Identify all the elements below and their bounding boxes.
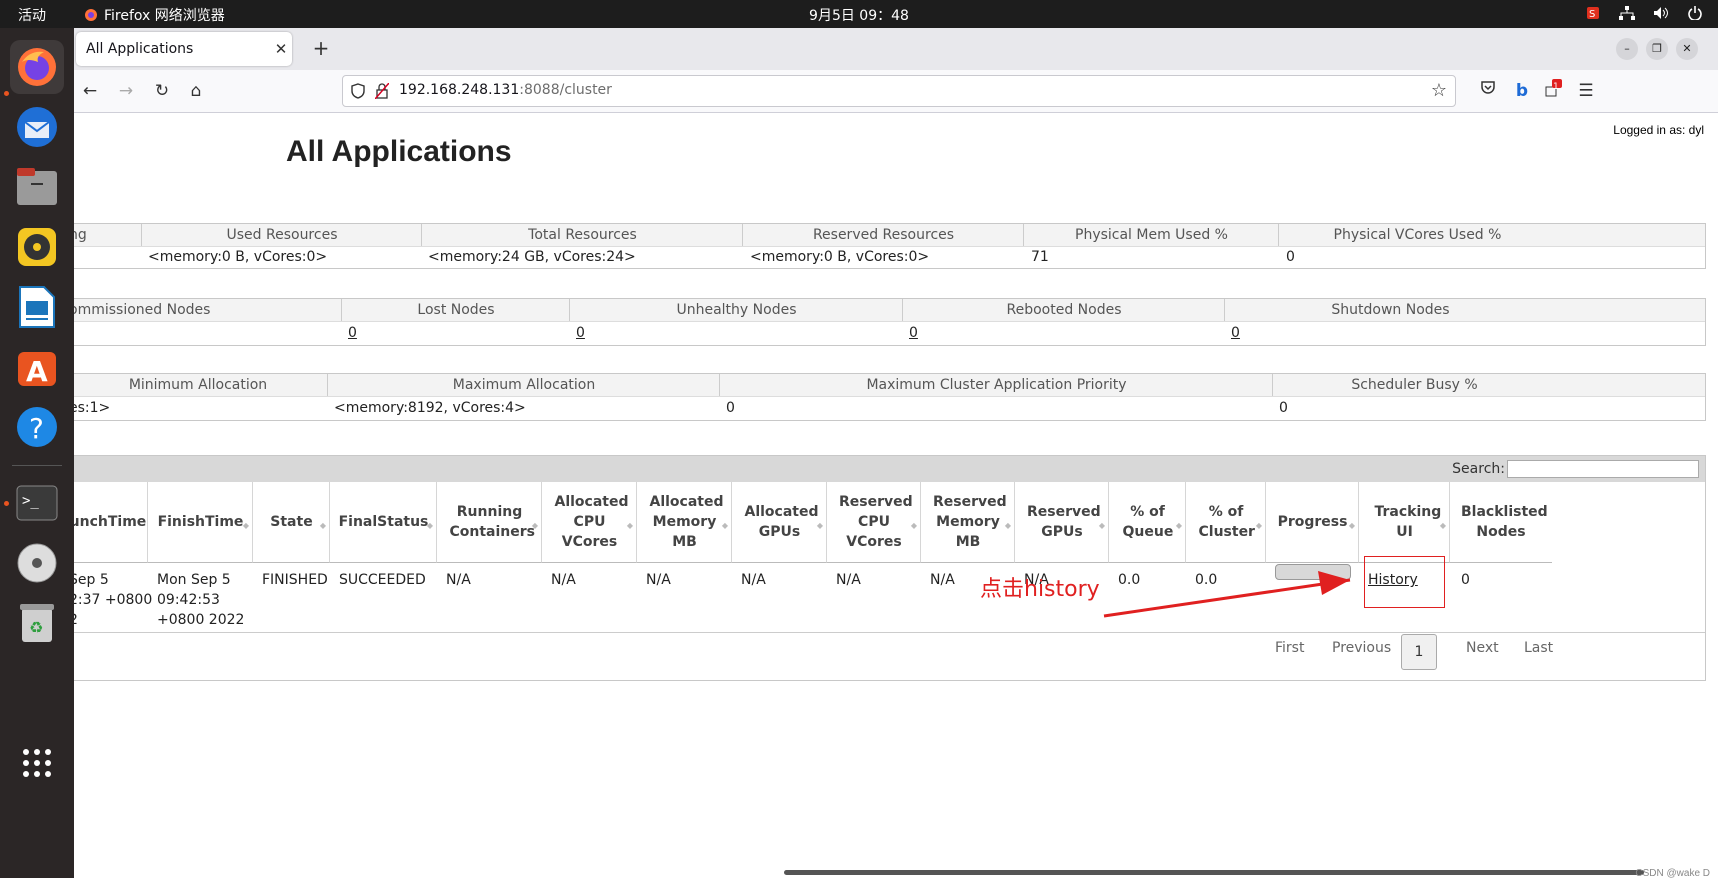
help-icon[interactable]: ? xyxy=(10,400,64,454)
svg-text:A: A xyxy=(26,355,48,388)
libreoffice-writer-icon[interactable] xyxy=(10,280,64,334)
extensions-icon[interactable]: 1 xyxy=(1540,79,1564,103)
dock: A ? >_ ♻ xyxy=(0,28,74,878)
network-icon[interactable] xyxy=(1618,4,1636,22)
restore-icon[interactable]: ❐ xyxy=(1646,38,1668,60)
volume-icon[interactable] xyxy=(1652,4,1670,22)
thunderbird-icon[interactable] xyxy=(10,100,64,154)
navigation-bar: ← → ↻ ⌂ 192.168.248.131:8088/cluster ☆ b… xyxy=(74,70,1718,113)
firefox-icon[interactable] xyxy=(10,40,64,94)
app-grid-icon[interactable] xyxy=(10,736,64,790)
bing-icon[interactable]: b xyxy=(1510,79,1534,103)
url-text: 192.168.248.131:8088/cluster xyxy=(399,82,612,98)
tab-all-applications[interactable]: All Applications ✕ xyxy=(76,32,292,66)
svg-text:>_: >_ xyxy=(22,493,39,509)
app-menu[interactable]: Firefox 网络浏览器 xyxy=(84,5,225,25)
tab-strip: All Applications ✕ + – ❐ ✕ xyxy=(74,28,1718,70)
horizontal-scrollbar[interactable] xyxy=(784,870,1644,875)
files-icon[interactable] xyxy=(10,160,64,214)
home-icon[interactable]: ⌂ xyxy=(184,79,208,103)
back-icon[interactable]: ← xyxy=(78,79,102,103)
annotation-text: 点击history xyxy=(980,577,1100,602)
dvd-icon[interactable] xyxy=(10,536,64,590)
bookmark-star-icon[interactable]: ☆ xyxy=(1431,80,1447,101)
watermark: CSDN @wake D xyxy=(1635,868,1710,878)
svg-text:S: S xyxy=(1589,9,1595,20)
annotation-arrow-icon xyxy=(1103,571,1351,618)
app-center-icon[interactable]: A xyxy=(10,340,64,394)
firefox-window: All Applications ✕ + – ❐ ✕ ← → ↻ ⌂ 192.1… xyxy=(74,28,1718,878)
svg-text:?: ? xyxy=(29,412,44,445)
power-icon[interactable] xyxy=(1686,4,1704,22)
system-top-bar: 活动 Firefox 网络浏览器 9月5日 09：48 S xyxy=(0,0,1718,28)
url-host: 192.168.248.131 xyxy=(399,82,520,98)
input-method-icon[interactable]: S xyxy=(1584,4,1602,22)
url-path: :8088/cluster xyxy=(519,82,612,98)
extension-badge: 1 xyxy=(1553,82,1559,92)
rhythmbox-icon[interactable] xyxy=(10,220,64,274)
running-indicator xyxy=(4,501,9,506)
trash-icon[interactable]: ♻ xyxy=(10,596,64,650)
page-content: Logged in as: dyl All Applications ng Us… xyxy=(74,113,1718,878)
tab-title: All Applications xyxy=(86,41,194,57)
insecure-lock-icon[interactable] xyxy=(375,83,389,99)
reload-icon[interactable]: ↻ xyxy=(150,79,174,103)
close-window-icon[interactable]: ✕ xyxy=(1676,38,1698,60)
terminal-icon[interactable]: >_ xyxy=(10,476,64,530)
firefox-small-icon xyxy=(85,9,97,21)
app-menu-label: Firefox 网络浏览器 xyxy=(104,8,225,24)
pocket-icon[interactable] xyxy=(1476,79,1500,103)
close-tab-icon[interactable]: ✕ xyxy=(270,40,292,58)
activities-button[interactable]: 活动 xyxy=(18,5,46,25)
clock[interactable]: 9月5日 09：48 xyxy=(809,8,909,24)
menu-icon[interactable]: ☰ xyxy=(1574,79,1598,103)
svg-text:♻: ♻ xyxy=(29,618,43,637)
running-indicator xyxy=(4,91,9,96)
forward-icon[interactable]: → xyxy=(114,79,138,103)
shield-icon[interactable] xyxy=(351,83,365,99)
dock-separator xyxy=(12,465,62,466)
minimize-icon[interactable]: – xyxy=(1616,38,1638,60)
url-bar[interactable]: 192.168.248.131:8088/cluster ☆ xyxy=(342,75,1456,107)
new-tab-button[interactable]: + xyxy=(308,36,334,62)
